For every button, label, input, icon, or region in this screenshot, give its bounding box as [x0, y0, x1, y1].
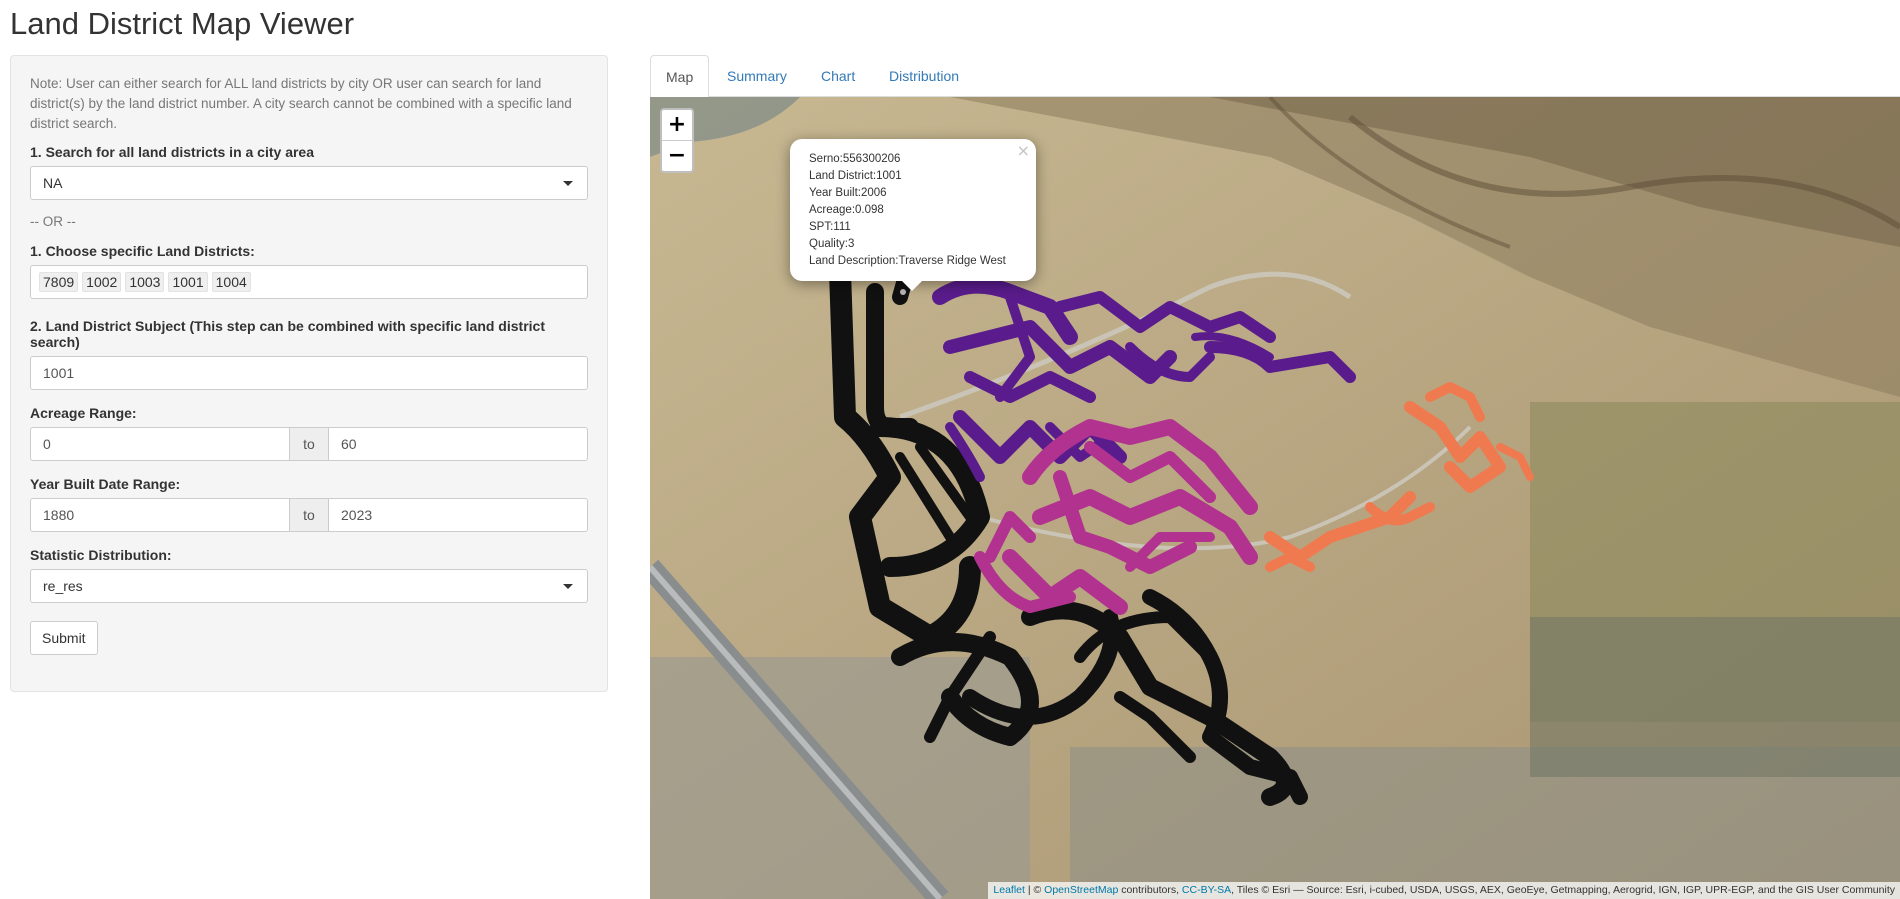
district-chip[interactable]: 7809 — [39, 272, 79, 292]
attribution-contributors: contributors, — [1118, 884, 1182, 896]
app-title: Land District Map Viewer — [10, 6, 355, 41]
stat-select[interactable]: re_res — [30, 569, 588, 603]
city-select[interactable]: NA — [30, 166, 588, 200]
tab-summary[interactable]: Summary — [712, 55, 802, 97]
or-divider: -- OR -- — [30, 214, 76, 229]
popup-quality: Quality:3 — [809, 238, 855, 250]
district-chip[interactable]: 1002 — [82, 272, 122, 292]
zoom-in-button[interactable]: + — [662, 110, 692, 141]
subject-input[interactable]: 1001 — [30, 356, 588, 390]
main-tabs: Map Summary Chart Distribution — [650, 55, 1900, 98]
zoom-control: + − — [660, 108, 694, 173]
tab-map[interactable]: Map — [650, 55, 710, 98]
district-chip[interactable]: 1001 — [168, 272, 208, 292]
submit-button[interactable]: Submit — [30, 621, 98, 655]
tab-distribution[interactable]: Distribution — [874, 55, 974, 97]
city-search-label: 1. Search for all land districts in a ci… — [30, 144, 315, 160]
stat-select-value: re_res — [43, 578, 83, 594]
popup-year-built: Year Built:2006 — [809, 187, 887, 199]
stat-label: Statistic Distribution: — [30, 547, 172, 563]
year-range-to: to — [290, 498, 328, 532]
city-select-value: NA — [43, 175, 63, 191]
leaflet-link[interactable]: Leaflet — [993, 884, 1025, 896]
districts-multiselect[interactable]: 7809 1002 1003 1001 1004 — [30, 265, 588, 299]
acreage-label: Acreage Range: — [30, 405, 137, 421]
map-attribution: Leaflet | © OpenStreetMap contributors, … — [988, 882, 1900, 899]
year-label: Year Built Date Range: — [30, 476, 181, 492]
zoom-out-button[interactable]: − — [662, 141, 692, 171]
year-min-input[interactable]: 1880 — [30, 498, 290, 532]
acreage-range-to: to — [290, 427, 328, 461]
acreage-min-input[interactable]: 0 — [30, 427, 290, 461]
caret-down-icon — [563, 181, 573, 186]
popup-acreage: Acreage:0.098 — [809, 204, 884, 216]
popup-tip — [902, 281, 922, 291]
year-max-input[interactable]: 2023 — [328, 498, 588, 532]
acreage-range: 0 to 60 — [30, 427, 588, 461]
caret-down-icon — [563, 584, 573, 589]
search-sidebar: Note: User can either search for ALL lan… — [10, 55, 608, 692]
osm-link[interactable]: OpenStreetMap — [1044, 884, 1118, 896]
tab-chart[interactable]: Chart — [806, 55, 870, 97]
popup-land-description: Land Description:Traverse Ridge West — [809, 255, 1006, 267]
popup-serno: Serno:556300206 — [809, 153, 901, 165]
acreage-max-input[interactable]: 60 — [328, 427, 588, 461]
district-chip[interactable]: 1003 — [125, 272, 165, 292]
popup-spt: SPT:111 — [809, 221, 851, 233]
districts-label: 1. Choose specific Land Districts: — [30, 243, 255, 259]
year-range: 1880 to 2023 — [30, 498, 588, 532]
attribution-separator: | © — [1024, 884, 1045, 896]
license-link[interactable]: CC-BY-SA — [1182, 884, 1231, 896]
attribution-tiles: , Tiles © Esri — Source: Esri, i-cubed, … — [1231, 884, 1895, 896]
map-view[interactable]: + − × Serno:556300206 Land District:1001… — [650, 97, 1900, 899]
popup-land-district: Land District:1001 — [809, 170, 902, 182]
close-icon[interactable]: × — [1017, 141, 1030, 160]
parcel-popup: × Serno:556300206 Land District:1001 Yea… — [790, 139, 1036, 291]
subject-label: 2. Land District Subject (This step can … — [30, 318, 545, 350]
district-chip[interactable]: 1004 — [211, 272, 251, 292]
search-note: Note: User can either search for ALL lan… — [30, 76, 572, 131]
